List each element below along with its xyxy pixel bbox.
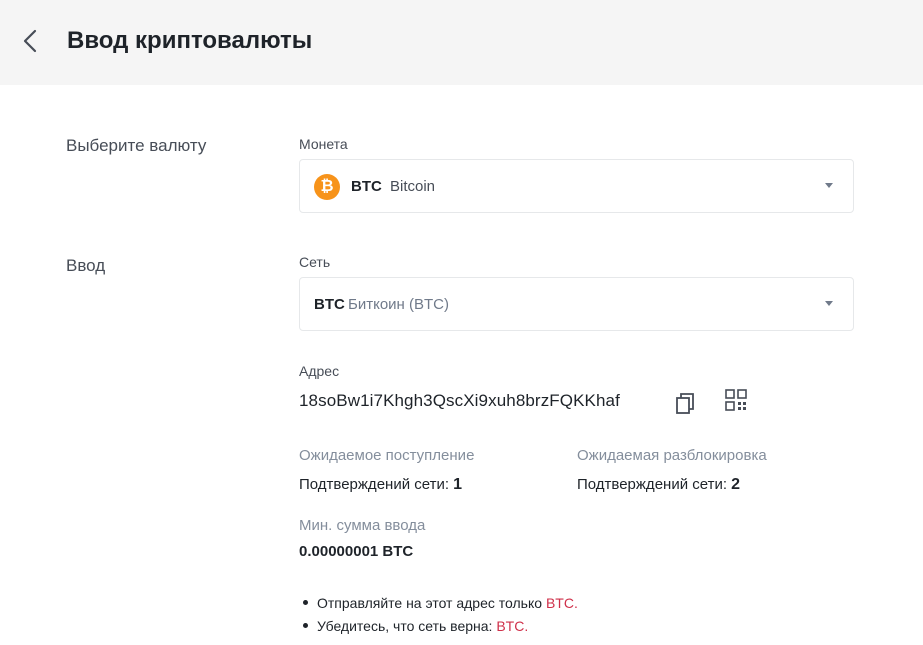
expected-unlock-info: Подтверждений сети: 2 — [577, 476, 741, 493]
network-select[interactable]: BTC Биткоин (BTC) — [299, 277, 854, 331]
note-item: Отправляйте на этот адрес только BTC. — [303, 595, 578, 611]
deposit-label: Ввод — [66, 256, 106, 275]
min-deposit-value: 0.00000001 BTC — [299, 543, 414, 560]
deposit-address[interactable]: 18soBw1i7Khgh3QscXi9xuh8brzFQKKhaf — [299, 391, 620, 411]
note-item: Убедитесь, что сеть верна: BTC. — [303, 618, 528, 634]
page-title: Ввод криптовалюты — [67, 27, 313, 54]
expected-unlock-label: Ожидаемая разблокировка — [577, 447, 767, 464]
expected-arrival-info: Подтверждений сети: 1 — [299, 476, 463, 493]
network-code: BTC — [314, 296, 345, 313]
chevron-down-icon — [825, 183, 833, 188]
min-deposit-label: Мин. сумма ввода — [299, 517, 426, 534]
network-name: Биткоин (BTC) — [348, 296, 449, 313]
coin-select[interactable]: ₿ BTC Bitcoin — [299, 159, 854, 213]
coin-code: BTC — [351, 178, 382, 195]
bitcoin-icon: ₿ — [314, 174, 340, 200]
coin-name: Bitcoin — [390, 178, 436, 195]
copy-icon[interactable] — [675, 391, 695, 415]
coin-label: Монета — [299, 136, 348, 152]
chevron-down-icon — [825, 301, 833, 306]
page-header: Ввод криптовалюты — [0, 0, 923, 85]
select-currency-label: Выберите валюту — [66, 136, 207, 155]
chevron-left-icon[interactable] — [16, 26, 46, 56]
address-label: Адрес — [299, 363, 340, 379]
network-label: Сеть — [299, 254, 331, 270]
expected-arrival-label: Ожидаемое поступление — [299, 447, 475, 464]
qr-code-icon[interactable] — [725, 389, 747, 411]
